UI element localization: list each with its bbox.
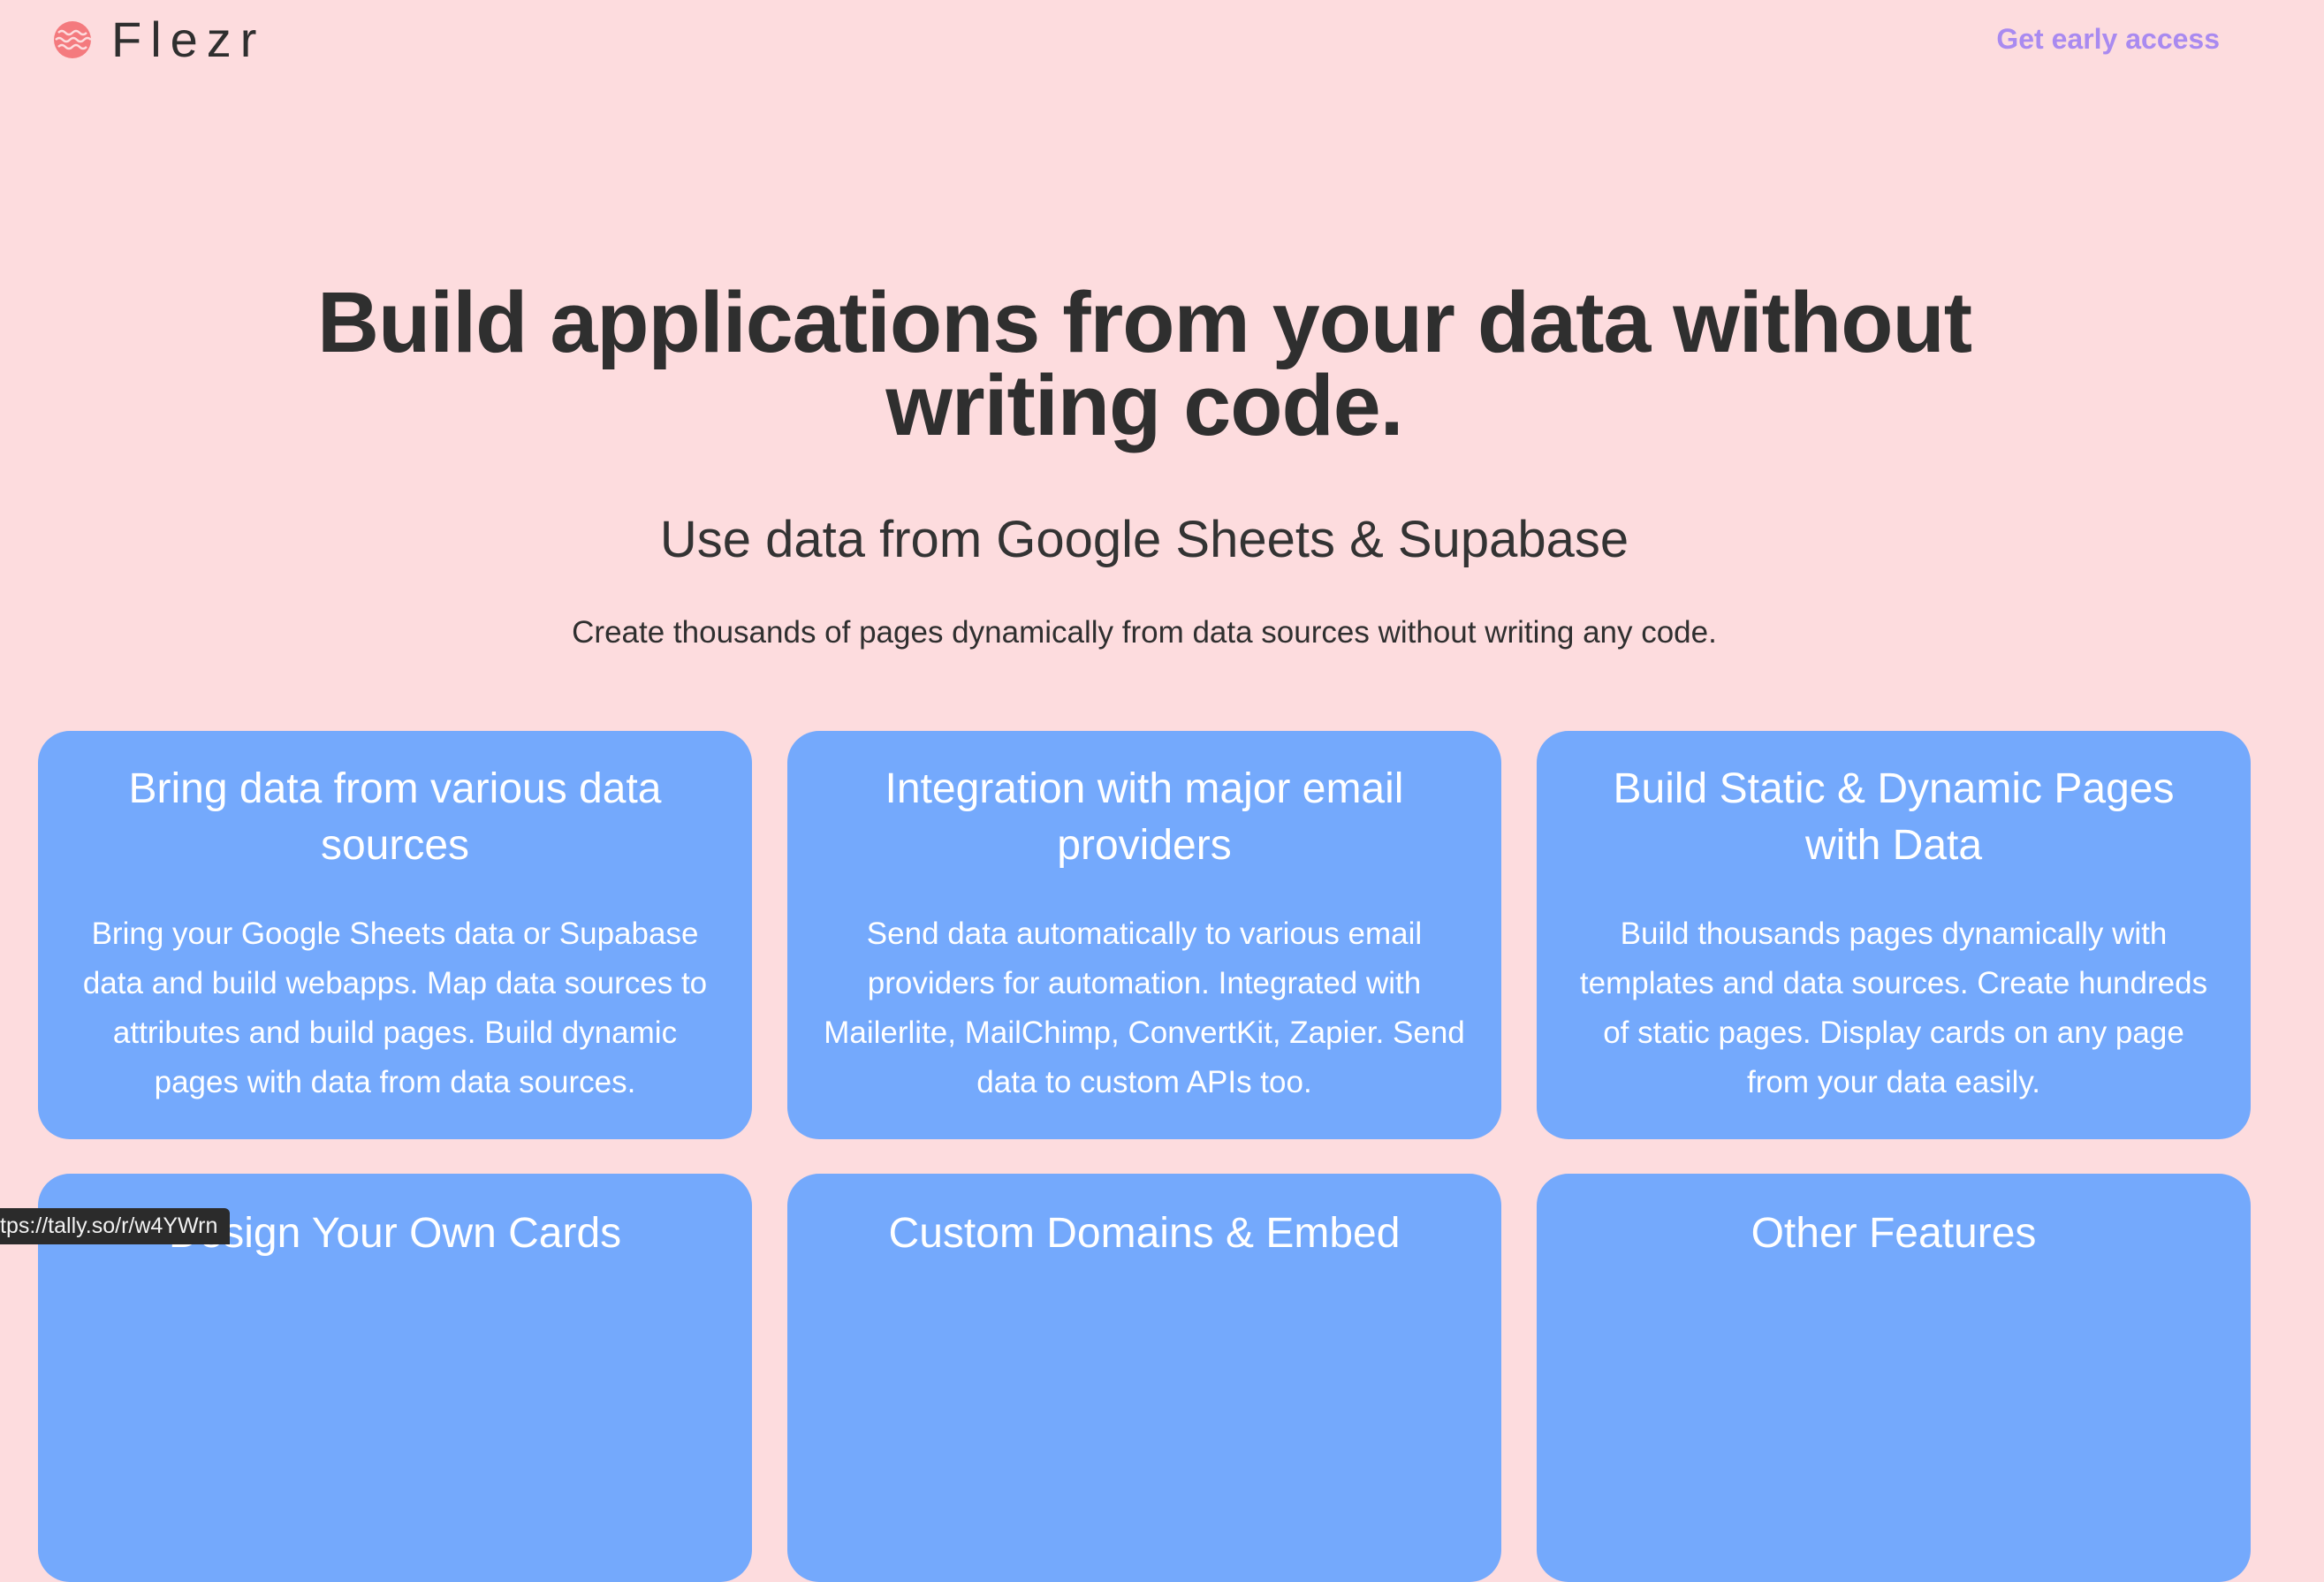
hero-title: Build applications from your data withou… <box>316 274 1972 453</box>
brand-logo[interactable]: Flezr <box>53 11 266 67</box>
feature-card-title: Build Static & Dynamic Pages with Data <box>1613 765 2175 869</box>
feature-card-body: Send data automatically to various email… <box>824 916 1465 1099</box>
feature-card-body: Bring your Google Sheets data or Supabas… <box>82 916 708 1099</box>
flezr-logo-icon <box>54 21 92 58</box>
feature-card-body: Build thousands pages dynamically with t… <box>1579 916 2208 1099</box>
feature-card-title: Other Features <box>1751 1210 2037 1257</box>
feature-card-other-features: Other Features <box>1537 1174 2251 1582</box>
site-header: Flezr Get early access <box>0 0 2324 97</box>
feature-card-title: Bring data from various data sources <box>128 765 662 869</box>
hero-description: Create thousands of pages dynamically fr… <box>572 615 1717 650</box>
feature-card-title: Custom Domains & Embed <box>888 1210 1401 1257</box>
get-early-access-link[interactable]: Get early access <box>1996 21 2220 57</box>
feature-card-static-dynamic-pages: Build Static & Dynamic Pages with Data B… <box>1537 731 2251 1139</box>
brand-name: Flezr <box>111 11 266 67</box>
hero-section: Build applications from your data withou… <box>0 274 2289 652</box>
feature-card-email-providers: Integration with major email providers S… <box>787 731 1501 1139</box>
feature-card-title: Integration with major email providers <box>885 765 1404 869</box>
link-preview-status-bar: tps://tally.so/r/w4YWrn <box>0 1208 231 1244</box>
feature-card-custom-domains: Custom Domains & Embed <box>787 1174 1501 1582</box>
hero-subtitle: Use data from Google Sheets & Supabase <box>659 511 1629 568</box>
feature-card-data-sources: Bring data from various data sources Bri… <box>38 731 752 1139</box>
